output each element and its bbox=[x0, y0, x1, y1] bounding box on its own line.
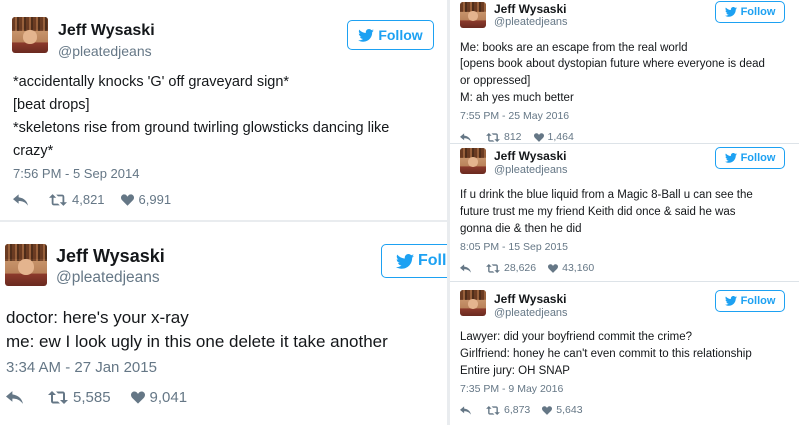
like-count: 5,643 bbox=[556, 404, 583, 416]
author-name[interactable]: Jeff Wysaski bbox=[58, 22, 155, 40]
tweet-actions: 812 1,464 bbox=[460, 131, 574, 143]
tweet-text-line: me: ew I look ugly in this one delete it… bbox=[6, 332, 388, 351]
retweet-action[interactable]: 5,585 bbox=[48, 389, 111, 406]
timestamp[interactable]: 7:55 PM - 25 May 2016 bbox=[460, 110, 569, 122]
like-action[interactable]: 6,991 bbox=[120, 192, 172, 207]
heart-icon bbox=[533, 132, 544, 142]
tweet-actions: 6,873 5,643 bbox=[460, 404, 583, 416]
follow-label: Follow bbox=[740, 6, 776, 18]
tweet-text-line: *skeletons rise from ground twirling glo… bbox=[13, 120, 390, 136]
tweet-column-right: Jeff Wysaski @pleatedjeans Follow Me: bo… bbox=[450, 0, 799, 425]
retweet-icon bbox=[486, 132, 500, 142]
timestamp[interactable]: 7:56 PM - 5 Sep 2014 bbox=[13, 166, 139, 181]
author-handle[interactable]: @pleatedjeans bbox=[58, 43, 152, 59]
tweet-actions: 28,626 43,160 bbox=[460, 262, 594, 274]
retweet-action[interactable]: 812 bbox=[486, 131, 522, 143]
retweet-icon bbox=[486, 405, 500, 415]
timestamp[interactable]: 8:05 PM - 15 Sep 2015 bbox=[460, 241, 568, 253]
retweet-icon bbox=[49, 193, 67, 206]
like-action[interactable]: 9,041 bbox=[130, 389, 188, 406]
reply-icon[interactable] bbox=[460, 132, 474, 142]
tweet-text-line: or oppressed] bbox=[460, 75, 531, 87]
like-action[interactable]: 43,160 bbox=[548, 262, 594, 274]
retweet-count: 6,873 bbox=[504, 404, 531, 416]
follow-label: Follow bbox=[378, 27, 423, 43]
follow-button[interactable]: Foll bbox=[381, 244, 447, 278]
retweet-icon bbox=[486, 263, 500, 273]
author-name[interactable]: Jeff Wysaski bbox=[56, 246, 165, 267]
follow-button[interactable]: Follow bbox=[347, 20, 434, 50]
author-name[interactable]: Jeff Wysaski bbox=[494, 292, 567, 306]
tweet-actions: 4,821 6,991 bbox=[13, 192, 171, 207]
bird-icon bbox=[724, 153, 737, 163]
reply-icon[interactable] bbox=[6, 391, 28, 404]
follow-button[interactable]: Follow bbox=[715, 147, 785, 169]
like-action[interactable]: 5,643 bbox=[542, 404, 583, 416]
divider bbox=[450, 143, 799, 144]
reply-icon[interactable] bbox=[460, 263, 474, 273]
retweet-action[interactable]: 28,626 bbox=[486, 262, 536, 274]
follow-label: Follow bbox=[740, 295, 776, 307]
avatar[interactable] bbox=[12, 17, 48, 53]
bird-icon bbox=[724, 7, 737, 17]
tweet-text-line: [opens book about dystopian future where… bbox=[460, 58, 765, 70]
tweet-card: Jeff Wysaski @pleatedjeans Foll doctor: … bbox=[0, 222, 447, 425]
tweet-text-line: crazy* bbox=[13, 143, 54, 159]
tweet-actions: 5,585 9,041 bbox=[6, 389, 187, 406]
bird-icon bbox=[358, 28, 375, 42]
reply-icon[interactable] bbox=[13, 193, 33, 206]
timestamp[interactable]: 3:34 AM - 27 Jan 2015 bbox=[6, 359, 157, 376]
follow-button[interactable]: Follow bbox=[715, 290, 785, 312]
retweet-icon bbox=[48, 391, 68, 404]
like-count: 1,464 bbox=[547, 131, 574, 143]
tweet-text-line: *accidentally knocks 'G' off graveyard s… bbox=[13, 74, 290, 90]
avatar[interactable] bbox=[460, 2, 486, 28]
tweet-text-line: M: ah yes much better bbox=[460, 92, 574, 104]
bird-icon bbox=[724, 296, 737, 306]
author-handle[interactable]: @pleatedjeans bbox=[56, 269, 160, 287]
avatar[interactable] bbox=[5, 244, 47, 286]
heart-icon bbox=[120, 193, 134, 206]
retweet-action[interactable]: 6,873 bbox=[486, 404, 530, 416]
tweet-text-line: future trust me my friend Keith did once… bbox=[460, 206, 736, 218]
retweet-count: 4,821 bbox=[72, 192, 105, 207]
follow-label: Foll bbox=[418, 252, 447, 269]
tweet-text-line: Me: books are an escape from the real wo… bbox=[460, 42, 688, 54]
tweet-text-line: gonna die & then he did bbox=[460, 223, 582, 235]
tweet-text-line: doctor: here's your x-ray bbox=[6, 308, 189, 327]
avatar[interactable] bbox=[460, 148, 486, 174]
author-handle[interactable]: @pleatedjeans bbox=[494, 164, 568, 176]
tweet-text-line: Lawyer: did your boyfriend commit the cr… bbox=[460, 331, 693, 343]
tweet-text-line: Girlfriend: honey he can't even commit t… bbox=[460, 348, 752, 360]
tweet-text-line: If u drink the blue liquid from a Magic … bbox=[460, 189, 753, 201]
heart-icon bbox=[130, 391, 145, 404]
like-count: 9,041 bbox=[149, 389, 188, 406]
avatar[interactable] bbox=[460, 290, 486, 316]
tweet-text-line: [beat drops] bbox=[13, 97, 90, 113]
tweet-text-line: Entire jury: OH SNAP bbox=[460, 365, 570, 377]
divider bbox=[450, 281, 799, 282]
tweet-card: Jeff Wysaski @pleatedjeans Follow *accid… bbox=[0, 0, 447, 220]
bird-icon bbox=[396, 253, 414, 269]
retweet-action[interactable]: 4,821 bbox=[49, 192, 105, 207]
like-count: 43,160 bbox=[562, 262, 595, 274]
retweet-count: 28,626 bbox=[504, 262, 537, 274]
author-name[interactable]: Jeff Wysaski bbox=[494, 2, 567, 16]
heart-icon bbox=[548, 263, 559, 273]
retweet-count: 5,585 bbox=[73, 389, 111, 406]
author-handle[interactable]: @pleatedjeans bbox=[494, 307, 568, 319]
follow-button[interactable]: Follow bbox=[715, 1, 785, 23]
heart-icon bbox=[542, 405, 553, 415]
timestamp[interactable]: 7:35 PM - 9 May 2016 bbox=[460, 383, 563, 395]
reply-icon[interactable] bbox=[460, 405, 474, 415]
like-count: 6,991 bbox=[138, 192, 172, 207]
like-action[interactable]: 1,464 bbox=[533, 131, 574, 143]
author-name[interactable]: Jeff Wysaski bbox=[494, 149, 567, 163]
retweet-count: 812 bbox=[504, 131, 522, 143]
author-handle[interactable]: @pleatedjeans bbox=[494, 16, 568, 28]
follow-label: Follow bbox=[740, 152, 776, 164]
